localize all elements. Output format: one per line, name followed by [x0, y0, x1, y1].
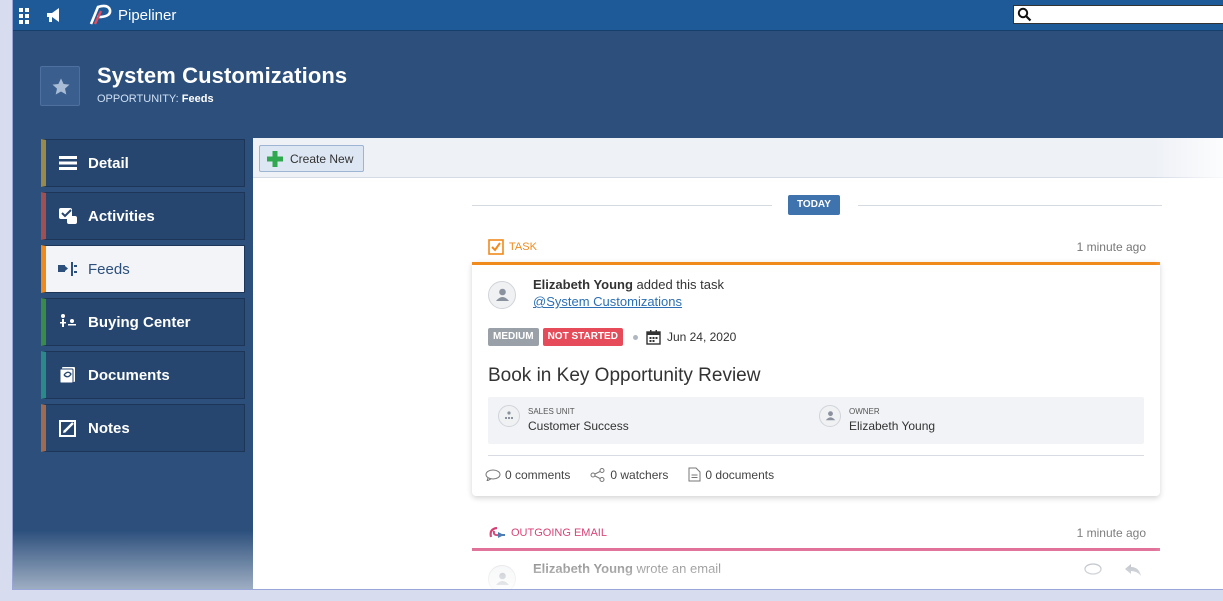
subtitle-prefix: OPPORTUNITY: — [97, 93, 182, 105]
sidebar-item-buying-center[interactable]: Buying Center — [41, 298, 245, 346]
owner-value[interactable]: Elizabeth Young — [849, 419, 935, 433]
mention-link[interactable]: @System Customizations — [533, 294, 682, 309]
sidebar-item-label: Notes — [88, 419, 130, 437]
card-divider — [488, 455, 1144, 456]
task-title[interactable]: Book in Key Opportunity Review — [488, 365, 760, 387]
pipeliner-logo[interactable]: Pipeliner — [88, 4, 176, 26]
email-action: wrote an email — [632, 561, 722, 576]
sidebar-item-label: Documents — [88, 366, 170, 384]
documents-icon — [58, 365, 78, 385]
documents-count: 0 documents — [705, 467, 775, 482]
calendar-icon — [646, 329, 661, 345]
outgoing-email-icon — [489, 526, 505, 538]
comments-link[interactable]: 0 comments — [485, 467, 570, 482]
sidebar-item-notes[interactable]: Notes — [41, 404, 245, 452]
search-icon — [1017, 7, 1032, 22]
task-tags: MEDIUM NOT STARTED Jun 24, 2020 — [488, 328, 736, 346]
due-date: Jun 24, 2020 — [666, 330, 737, 344]
sidebar-item-detail[interactable]: Detail — [41, 139, 245, 187]
email-author[interactable]: Elizabeth Young — [533, 561, 633, 576]
email-time: 1 minute ago — [1076, 526, 1146, 540]
avatar — [488, 565, 516, 589]
activities-icon — [58, 206, 78, 226]
logo-text: Pipeliner — [118, 6, 177, 24]
search-input[interactable] — [1013, 5, 1223, 24]
email-label: OUTGOING EMAIL — [488, 525, 607, 541]
page-title: System Customizations — [97, 63, 348, 88]
separator-line — [858, 205, 1162, 206]
feed-panel: Create New TODAY TASK 1 minute ago Eliza… — [253, 138, 1223, 589]
separator-dot — [632, 334, 638, 340]
share-icon — [590, 467, 605, 482]
documents-link[interactable]: 0 documents — [688, 467, 774, 482]
edge-fade — [1154, 138, 1223, 589]
watchers-link[interactable]: 0 watchers — [590, 467, 668, 482]
megaphone-icon[interactable] — [45, 5, 65, 25]
email-section-header: OUTGOING EMAIL 1 minute ago — [488, 522, 1146, 542]
sidebar-item-label: Feeds — [88, 260, 130, 278]
task-type-label: TASK — [509, 241, 537, 253]
watchers-count: 0 watchers — [610, 467, 669, 482]
owner-caption: OWNER — [849, 407, 880, 416]
detail-icon — [58, 153, 78, 173]
user-icon — [496, 288, 509, 301]
plus-icon — [267, 150, 283, 167]
comments-count: 0 comments — [505, 467, 571, 482]
star-icon — [52, 78, 70, 95]
separator-line — [472, 205, 772, 206]
task-action: added this task — [632, 277, 724, 292]
toolbar: Create New — [253, 138, 1223, 178]
notes-icon — [58, 418, 78, 438]
document-icon — [688, 467, 701, 482]
task-info-box: SALES UNIT Customer Success OWNER Elizab… — [488, 397, 1144, 444]
status-badge: NOT STARTED — [542, 328, 623, 346]
task-card[interactable]: Elizabeth Young added this task @System … — [472, 262, 1160, 496]
sidebar-item-label: Detail — [88, 154, 129, 172]
app-window: Pipeliner System Customizations OPPORTUN… — [12, 0, 1223, 590]
today-badge: TODAY — [788, 195, 840, 215]
priority-badge: MEDIUM — [488, 328, 539, 346]
email-author-line: Elizabeth Young wrote an email — [533, 561, 721, 576]
page-header: System Customizations OPPORTUNITY: Feeds — [13, 31, 1223, 138]
pipeliner-logo-icon — [89, 4, 112, 25]
sidebar-item-feeds[interactable]: Feeds — [41, 245, 245, 293]
task-time: 1 minute ago — [1076, 240, 1146, 254]
sidebar-item-activities[interactable]: Activities — [41, 192, 245, 240]
task-author[interactable]: Elizabeth Young — [533, 277, 633, 292]
email-type-label: OUTGOING EMAIL — [511, 527, 607, 539]
task-stats: 0 comments 0 watchers 0 documents — [485, 467, 794, 482]
task-author-line: Elizabeth Young added this task — [533, 277, 724, 292]
apps-grid-icon[interactable] — [17, 5, 37, 25]
comment-icon[interactable] — [1084, 563, 1102, 577]
top-bar: Pipeliner — [13, 0, 1223, 31]
sidebar-item-label: Activities — [88, 207, 155, 225]
create-new-button[interactable]: Create New — [259, 145, 365, 172]
page-subtitle: OPPORTUNITY: Feeds — [97, 93, 214, 105]
sales-unit-value[interactable]: Customer Success — [528, 419, 629, 433]
buying-center-icon — [58, 312, 78, 332]
sidebar: Detail Activities Feeds Buying Center Do… — [41, 139, 245, 457]
day-separator: TODAY — [472, 195, 1162, 215]
sidebar-item-label: Buying Center — [88, 313, 191, 331]
reply-icon[interactable] — [1124, 563, 1142, 577]
email-card[interactable]: Elizabeth Young wrote an email — [472, 548, 1160, 589]
comment-icon — [485, 469, 501, 481]
task-check-icon — [488, 239, 504, 255]
subtitle-value: Feeds — [181, 93, 214, 105]
avatar — [488, 281, 516, 309]
sidebar-item-documents[interactable]: Documents — [41, 351, 245, 399]
user-icon — [496, 572, 509, 585]
owner-avatar — [819, 405, 841, 427]
create-new-label: Create New — [290, 151, 354, 166]
sales-unit-avatar — [498, 405, 520, 427]
favorite-button[interactable] — [40, 66, 80, 106]
task-section-header: TASK 1 minute ago — [488, 236, 1146, 256]
user-icon — [825, 411, 836, 421]
feeds-icon — [58, 259, 78, 279]
sales-unit-caption: SALES UNIT — [528, 407, 575, 416]
sales-unit-icon — [505, 411, 513, 419]
edge-fade — [13, 530, 253, 589]
task-label: TASK — [488, 239, 537, 255]
